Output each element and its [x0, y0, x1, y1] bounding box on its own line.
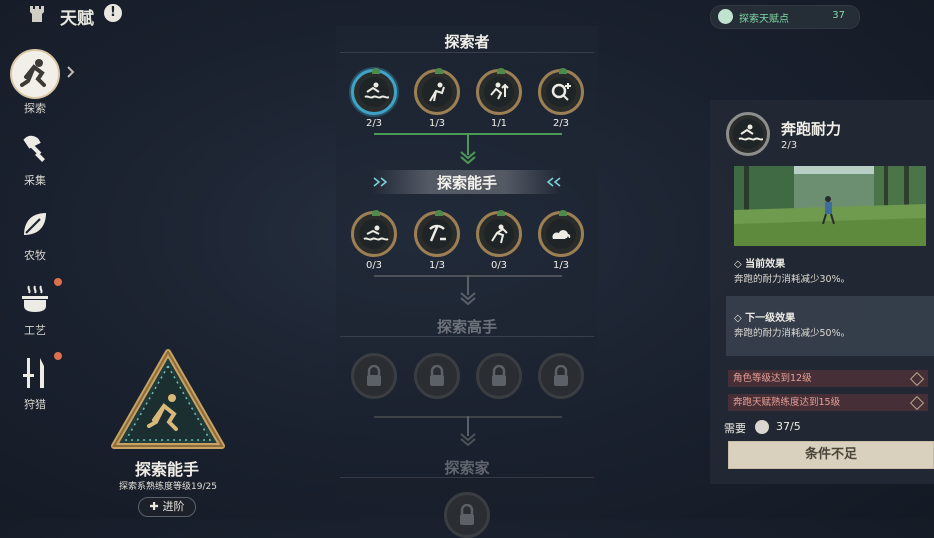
talent-node-count: 0/3 — [365, 260, 383, 271]
lock-icon — [460, 504, 474, 525]
rank-badge-emblem — [111, 349, 225, 449]
talent-node-locked[interactable] — [444, 492, 490, 538]
talent-node-locked[interactable] — [476, 353, 522, 399]
tier-divider — [340, 477, 594, 478]
tier-title-explorer: 探索者 — [444, 33, 490, 51]
current-effect-title: ◇ 当前效果 — [734, 255, 785, 270]
talent-node-locked[interactable] — [538, 353, 584, 399]
talent-detail-icon — [726, 112, 770, 156]
advance-label: 进阶 — [162, 500, 185, 513]
next-effect-text: 奔跑的耐力消耗减少50%。 — [734, 328, 851, 339]
arrow-down-icon — [460, 151, 476, 164]
sidebar-item-label: 采集 — [24, 174, 46, 187]
current-effect-label: 当前效果 — [745, 259, 786, 270]
jump-icon — [484, 219, 514, 249]
cloud-star-icon — [546, 219, 576, 249]
talent-points-label: 探索天赋点 — [739, 14, 789, 25]
sprint-up-icon — [484, 77, 514, 107]
tier-title-master: 探索家 — [444, 459, 490, 477]
lock-icon — [554, 365, 568, 386]
tier-title-adept: 探索能手 — [436, 174, 497, 192]
sidebar-item-explore[interactable] — [10, 49, 60, 99]
notification-dot — [54, 352, 62, 360]
talent-node-count: 2/3 — [552, 118, 570, 129]
diamond-icon: ◇ — [734, 259, 746, 270]
explore-runner-icon — [20, 59, 46, 87]
info-icon[interactable]: ! — [104, 4, 122, 22]
page-title: 天赋 — [60, 9, 94, 29]
talent-node-cloud[interactable] — [538, 210, 584, 257]
tier-divider — [340, 336, 594, 337]
tier-divider — [340, 52, 594, 53]
requirement-text: 奔跑天赋熟练度达到15级 — [733, 397, 841, 408]
upgrade-button[interactable]: 条件不足 — [728, 441, 934, 469]
requirement-text: 角色等级达到12级 — [733, 373, 812, 384]
tier-title-expert: 探索高手 — [436, 318, 497, 336]
talent-node-count: 1/1 — [490, 118, 508, 129]
talent-node-swim[interactable] — [351, 210, 397, 257]
talent-node-running-stamina[interactable] — [351, 68, 397, 115]
cost-label: 需要 — [724, 422, 746, 435]
climb-icon — [422, 77, 452, 107]
talent-node-count: 1/3 — [428, 260, 446, 271]
arrow-down-icon — [460, 292, 476, 305]
rank-progress: 探索系熟练度等级19/25 — [119, 482, 217, 492]
sidebar-item-craft[interactable]: 工艺 — [8, 282, 62, 338]
sidebar-label-explore: 探索 — [24, 102, 46, 115]
chevron-right-icon — [67, 66, 75, 78]
talent-node-jump[interactable] — [476, 210, 522, 257]
talent-node-locked[interactable] — [351, 353, 397, 399]
sidebar-item-label: 狩猎 — [24, 398, 46, 411]
tower-icon — [30, 6, 44, 22]
lock-icon — [492, 365, 506, 386]
sidebar-item-label: 工艺 — [24, 324, 46, 337]
talent-node-locked[interactable] — [414, 353, 460, 399]
talent-node-search[interactable] — [538, 68, 584, 115]
search-plus-icon — [546, 77, 576, 107]
current-effect-text: 奔跑的耐力消耗减少30%。 — [734, 274, 851, 285]
requirement-row: 角色等级达到12级 — [728, 370, 928, 387]
talent-node-count: 1/3 — [428, 118, 446, 129]
talent-node-count: 1/3 — [552, 260, 570, 271]
notification-dot — [54, 278, 62, 286]
swim-stamina-icon — [733, 119, 763, 149]
sidebar-item-label: 农牧 — [24, 249, 46, 262]
talent-node-count: 2/3 — [365, 118, 383, 129]
cost-value: 37/5 — [776, 420, 801, 433]
talent-node-sprint[interactable] — [476, 68, 522, 115]
swim-icon — [359, 219, 389, 249]
lock-icon — [430, 365, 444, 386]
next-effect-label: 下一级效果 — [745, 313, 796, 324]
cooking-pot-icon — [22, 285, 48, 312]
arrow-down-icon — [460, 433, 476, 446]
talent-points-value: 37 — [832, 10, 845, 21]
talent-node-climb[interactable] — [414, 68, 460, 115]
sidebar-item-farming[interactable]: 农牧 — [8, 207, 62, 263]
talent-detail-title: 奔跑耐力 — [781, 120, 842, 138]
requirement-row: 奔跑天赋熟练度达到15级 — [728, 394, 928, 411]
hunting-tools-icon — [23, 358, 44, 388]
talent-node-count: 0/3 — [490, 260, 508, 271]
talent-preview-image — [734, 166, 926, 246]
talent-point-icon — [718, 9, 733, 24]
advance-button[interactable]: ✚ 进阶 — [138, 497, 196, 517]
swim-stamina-icon — [359, 77, 389, 107]
rank-title: 探索能手 — [134, 460, 199, 479]
pickaxe-icon — [422, 219, 452, 249]
talent-point-icon — [755, 420, 769, 434]
lock-icon — [367, 365, 381, 386]
diamond-icon — [909, 395, 925, 411]
leaf-icon — [24, 213, 46, 235]
talent-points-display: 探索天赋点 37 — [710, 5, 860, 29]
axe-icon — [23, 135, 45, 162]
diamond-icon — [909, 371, 925, 387]
plus-icon: ✚ — [149, 500, 163, 513]
talent-node-mining[interactable] — [414, 210, 460, 257]
sidebar-item-hunting[interactable]: 狩猎 — [8, 356, 62, 412]
next-effect-title: ◇ 下一级效果 — [734, 309, 795, 324]
sidebar-item-gather[interactable]: 采集 — [8, 132, 62, 188]
talent-detail-level: 2/3 — [781, 140, 798, 151]
diamond-icon: ◇ — [734, 313, 746, 324]
